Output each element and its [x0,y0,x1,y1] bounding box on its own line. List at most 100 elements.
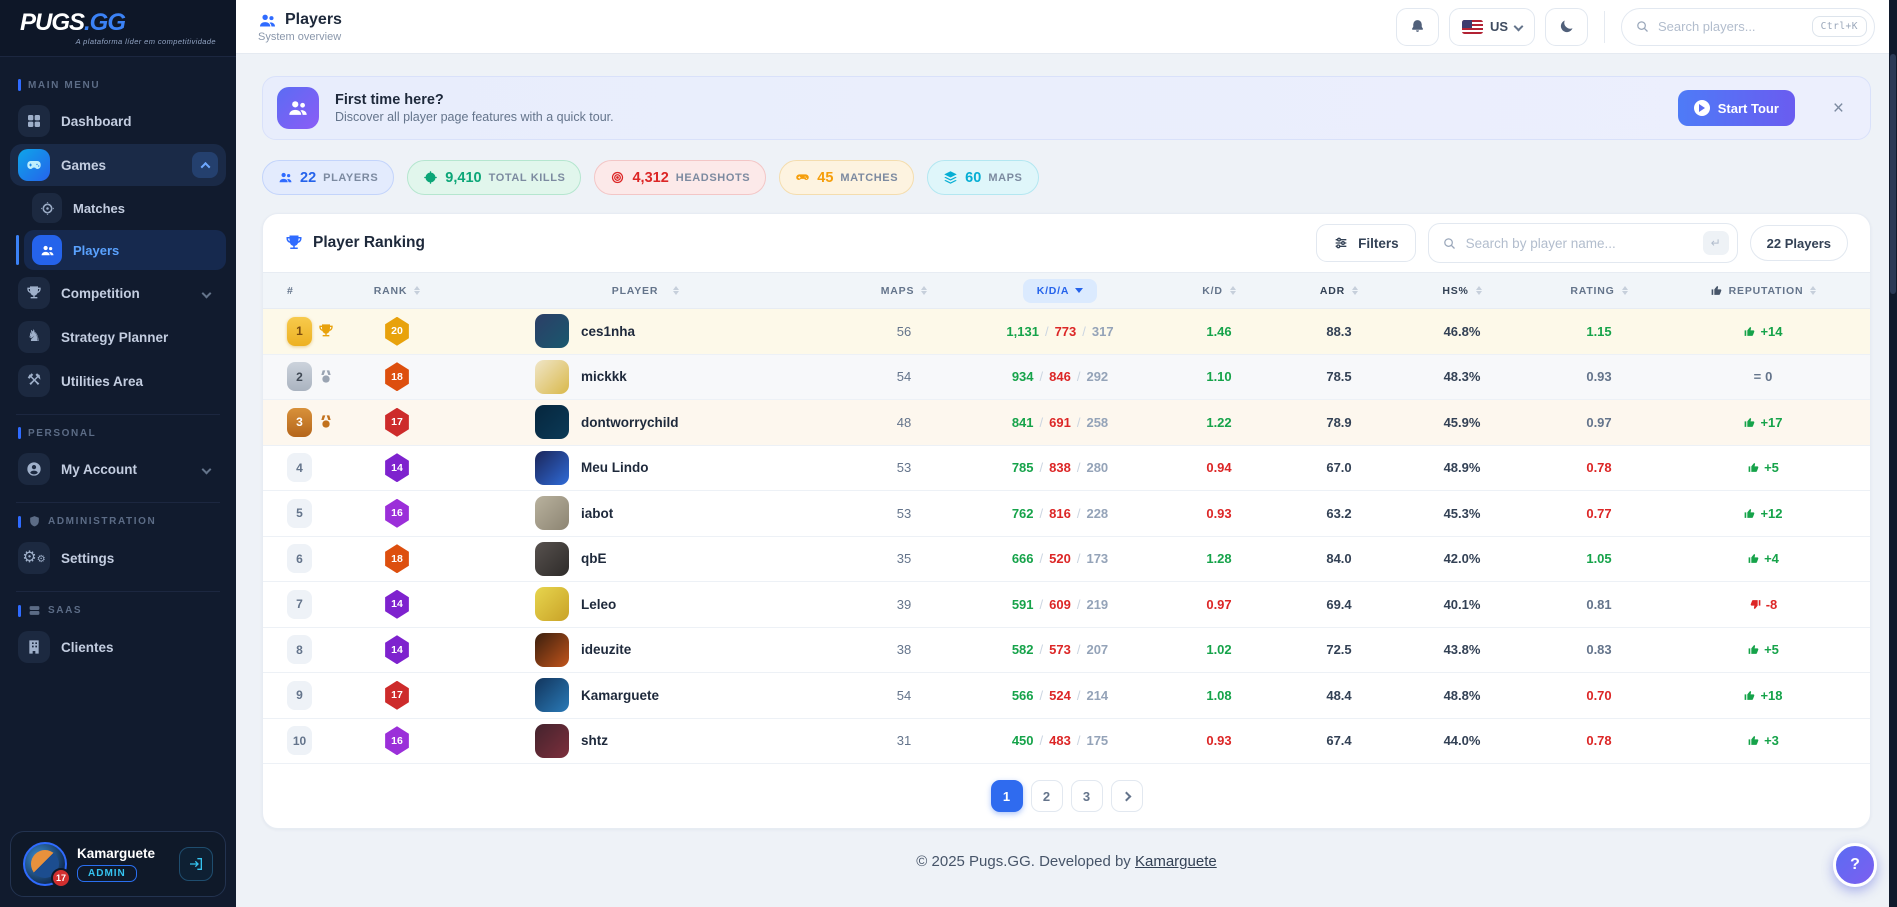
topbar: Players System overview US Ctrl+K [236,0,1897,54]
sidebar-divider [16,591,220,592]
collapse-games-button[interactable] [192,152,218,178]
shield-icon [28,515,41,528]
logout-button[interactable] [179,847,213,881]
chevron-down-icon [1514,22,1524,32]
sidebar-item-players[interactable]: Players [24,230,226,270]
stat-headshots: 4,312 HEADSHOTS [594,160,766,195]
rank-badge: 17 [384,681,411,710]
sidebar-item-strategy-planner[interactable]: ♞ Strategy Planner [10,316,226,358]
assists-value: 280 [1086,460,1108,475]
deaths-value: 838 [1049,460,1071,475]
sidebar-item-matches[interactable]: Matches [24,188,226,228]
help-button[interactable]: ? [1833,843,1877,887]
table-row[interactable]: 9 17 Kamarguete 54 566/524/214 1.08 48.4… [263,673,1870,719]
player-avatar [535,724,569,758]
notifications-button[interactable] [1396,8,1439,46]
building-icon [18,631,50,663]
assists-value: 219 [1086,597,1108,612]
column-kda[interactable]: K/D/A [960,279,1160,303]
close-banner-button[interactable]: × [1833,99,1844,118]
kd-value: 1.28 [1206,551,1231,566]
thumb-up-icon [1710,284,1723,297]
scrollbar[interactable] [1889,0,1897,907]
table-search-input[interactable] [1466,236,1694,251]
scrollbar-thumb[interactable] [1890,54,1896,294]
table-row[interactable]: 6 18 qbE 35 666/520/173 1.28 84.0 42.0% … [263,537,1870,583]
developer-link[interactable]: Kamarguete [1135,853,1217,870]
brand-logo[interactable]: PUGS.GG A plataforma líder em competitiv… [0,0,236,57]
medal-icon [318,687,334,703]
hs-value: 48.9% [1400,460,1524,475]
reputation-icon [1747,734,1760,747]
locale-dropdown[interactable]: US [1449,8,1535,46]
table-row[interactable]: 7 14 Leleo 39 591/609/219 0.97 69.4 40.1… [263,582,1870,628]
column-hs[interactable]: HS% [1400,285,1524,297]
assists-value: 228 [1086,506,1108,521]
sidebar-item-settings[interactable]: ⚙⚙ Settings [10,537,226,579]
reputation-icon [1747,552,1760,565]
sidebar-item-utilities-area[interactable]: ⚒ Utilities Area [10,360,226,402]
column-rank[interactable]: RANK [351,285,443,297]
kd-value: 1.08 [1206,688,1231,703]
player-name: shtz [581,733,608,748]
column-rating[interactable]: RATING [1524,285,1674,297]
medal-icon [318,505,334,521]
column-player[interactable]: PLAYER [443,285,848,297]
player-name: Meu Lindo [581,460,649,475]
kills-value: 1,131 [1006,324,1039,339]
column-maps[interactable]: MAPS [848,285,960,297]
page-footer: © 2025 Pugs.GG. Developed by Kamarguete [262,829,1871,870]
sidebar-item-label: Competition [61,286,140,301]
table-row[interactable]: 10 16 shtz 31 450/483/175 0.93 67.4 44.0… [263,719,1870,765]
filters-button[interactable]: Filters [1316,224,1416,262]
assists-value: 207 [1086,642,1108,657]
moon-icon [1558,18,1575,35]
sidebar-item-competition[interactable]: Competition [10,272,226,314]
table-row[interactable]: 4 14 Meu Lindo 53 785/838/280 0.94 67.0 … [263,446,1870,492]
column-kd[interactable]: K/D [1160,285,1278,297]
table-row[interactable]: 2 18 mickkk 54 934/846/292 1.10 78.5 48.… [263,355,1870,401]
user-card[interactable]: 17 Kamarguete ADMIN [10,831,226,897]
page-button-3[interactable]: 3 [1071,780,1103,812]
sidebar-item-my-account[interactable]: My Account [10,448,226,490]
hs-value: 45.9% [1400,415,1524,430]
stat-value: 45 [817,170,833,186]
rank-badge: 16 [384,499,411,528]
sidebar-item-clientes[interactable]: Clientes [10,626,226,668]
rating-value: 0.83 [1586,642,1611,657]
reputation-value: +12 [1760,506,1782,521]
column-adr[interactable]: ADR [1278,285,1400,297]
column-position: # [263,285,351,297]
hs-value: 42.0% [1400,551,1524,566]
adr-value: 63.2 [1278,506,1400,521]
page-subtitle: System overview [258,31,342,43]
column-reputation[interactable]: REPUTATION [1674,284,1870,297]
dark-mode-toggle[interactable] [1545,8,1588,46]
table-row[interactable]: 1 20 ces1nha 56 1,131/773/317 1.46 88.3 … [263,309,1870,355]
sidebar-item-dashboard[interactable]: Dashboard [10,100,226,142]
rank-badge: 17 [384,408,411,437]
search-icon [1442,236,1457,251]
filters-icon [1333,235,1349,251]
user-role-badge: ADMIN [77,865,137,882]
rank-badge: 18 [384,362,411,391]
sidebar-item-label: Clientes [61,640,114,655]
table-row[interactable]: 3 17 dontworrychild 48 841/691/258 1.22 … [263,400,1870,446]
page-button-1[interactable]: 1 [991,780,1023,812]
position-badge: 3 [287,408,312,437]
start-tour-button[interactable]: Start Tour [1678,90,1795,126]
reputation-icon [1743,689,1756,702]
stat-players: 22 PLAYERS [262,160,394,195]
sidebar-item-games[interactable]: Games [10,144,226,186]
deaths-value: 524 [1049,688,1071,703]
hs-value: 45.3% [1400,506,1524,521]
global-search-input[interactable] [1658,19,1804,34]
assists-value: 292 [1086,369,1108,384]
assists-value: 175 [1086,733,1108,748]
rating-value: 0.81 [1586,597,1611,612]
adr-value: 78.9 [1278,415,1400,430]
table-row[interactable]: 8 14 ideuzite 38 582/573/207 1.02 72.5 4… [263,628,1870,674]
table-row[interactable]: 5 16 iabot 53 762/816/228 0.93 63.2 45.3… [263,491,1870,537]
page-button-2[interactable]: 2 [1031,780,1063,812]
next-page-button[interactable] [1111,780,1143,812]
